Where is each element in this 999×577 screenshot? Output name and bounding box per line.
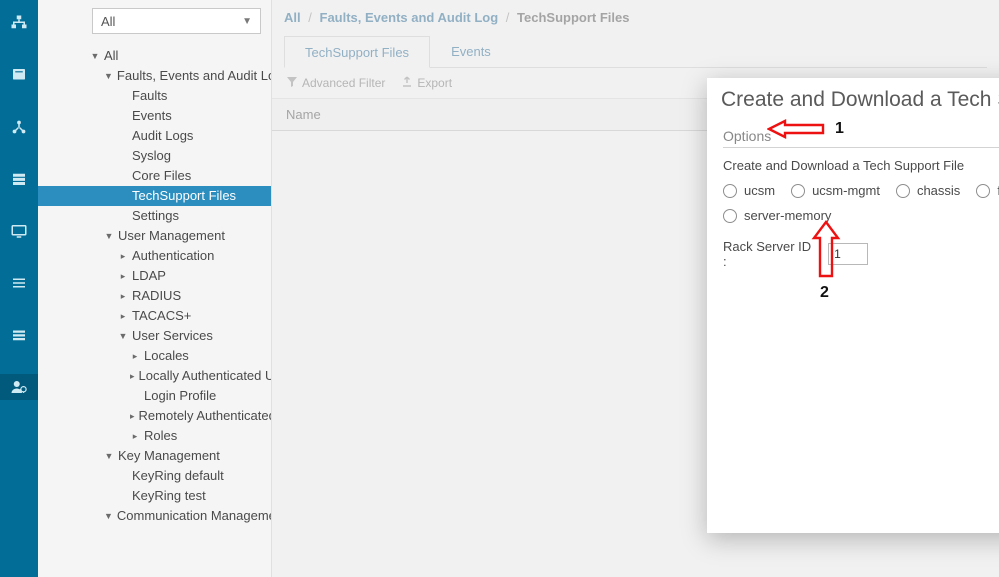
tree-tacacs[interactable]: ▸TACACS+ (38, 306, 271, 326)
nav-more-icon[interactable] (0, 270, 38, 296)
tree-login-profile[interactable]: Login Profile (38, 386, 271, 406)
tree-comm-mgmt[interactable]: ▼Communication Management (38, 506, 271, 526)
tree-faults[interactable]: Faults (38, 86, 271, 106)
dialog-subheading: Create and Download a Tech Support File (723, 158, 999, 173)
radio-fabric-extender[interactable]: fabric-extender (976, 183, 999, 198)
tree-key-mgmt[interactable]: ▼Key Management (38, 446, 271, 466)
scope-dropdown[interactable]: All ▼ (92, 8, 261, 34)
tree-remote-auth[interactable]: ▸Remotely Authenticated Users (38, 406, 271, 426)
annotation-num-2: 2 (820, 284, 829, 302)
nav-lan-icon[interactable] (0, 114, 38, 140)
sidebar: All ▼ ▼All ▼Faults, Events and Audit Log… (38, 0, 272, 577)
radio-ucsm[interactable]: ucsm (723, 183, 775, 198)
nav-admin-icon[interactable] (0, 374, 38, 400)
nav-monitor-icon[interactable] (0, 218, 38, 244)
radio-server-memory[interactable]: server-memory (723, 208, 831, 223)
tree-root[interactable]: ▼All (38, 46, 271, 66)
nav-servers-icon[interactable] (0, 62, 38, 88)
scope-dropdown-value: All (101, 14, 115, 29)
chevron-down-icon: ▼ (242, 16, 252, 27)
nav-tree: ▼All ▼Faults, Events and Audit Log Fault… (38, 42, 271, 546)
tree-user-mgmt[interactable]: ▼User Management (38, 226, 271, 246)
tree-keyring-test[interactable]: KeyRing test (38, 486, 271, 506)
nav-hierarchy-icon[interactable] (0, 10, 38, 36)
tree-faults-group[interactable]: ▼Faults, Events and Audit Log (38, 66, 271, 86)
tree-settings[interactable]: Settings (38, 206, 271, 226)
tree-radius[interactable]: ▸RADIUS (38, 286, 271, 306)
tree-auth[interactable]: ▸Authentication (38, 246, 271, 266)
nav-storage-icon[interactable] (0, 166, 38, 192)
tree-local-auth[interactable]: ▸Locally Authenticated Users (38, 366, 271, 386)
tree-techsupport[interactable]: TechSupport Files (38, 186, 271, 206)
tree-ldap[interactable]: ▸LDAP (38, 266, 271, 286)
tree-roles[interactable]: ▸Roles (38, 426, 271, 446)
rack-server-id-input[interactable] (828, 243, 868, 265)
type-radio-group: ucsm ucsm-mgmt chassis fabric-extender r… (723, 183, 999, 223)
tree-user-services[interactable]: ▼User Services (38, 326, 271, 346)
tree-audit-logs[interactable]: Audit Logs (38, 126, 271, 146)
tree-events[interactable]: Events (38, 106, 271, 126)
radio-ucsm-mgmt[interactable]: ucsm-mgmt (791, 183, 880, 198)
nav-rail (0, 0, 38, 577)
section-options: Options (723, 122, 999, 148)
tree-core-files[interactable]: Core Files (38, 166, 271, 186)
dialog-title: Create and Download a Tech Support File (721, 88, 999, 112)
nav-bars-icon[interactable] (0, 322, 38, 348)
rack-server-id-label: Rack Server ID : (723, 239, 818, 269)
tree-syslog[interactable]: Syslog (38, 146, 271, 166)
tech-support-dialog: Create and Download a Tech Support File … (707, 78, 999, 533)
tree-keyring-default[interactable]: KeyRing default (38, 466, 271, 486)
tree-locales[interactable]: ▸Locales (38, 346, 271, 366)
main: All / Faults, Events and Audit Log / Tec… (272, 0, 999, 577)
radio-chassis[interactable]: chassis (896, 183, 960, 198)
